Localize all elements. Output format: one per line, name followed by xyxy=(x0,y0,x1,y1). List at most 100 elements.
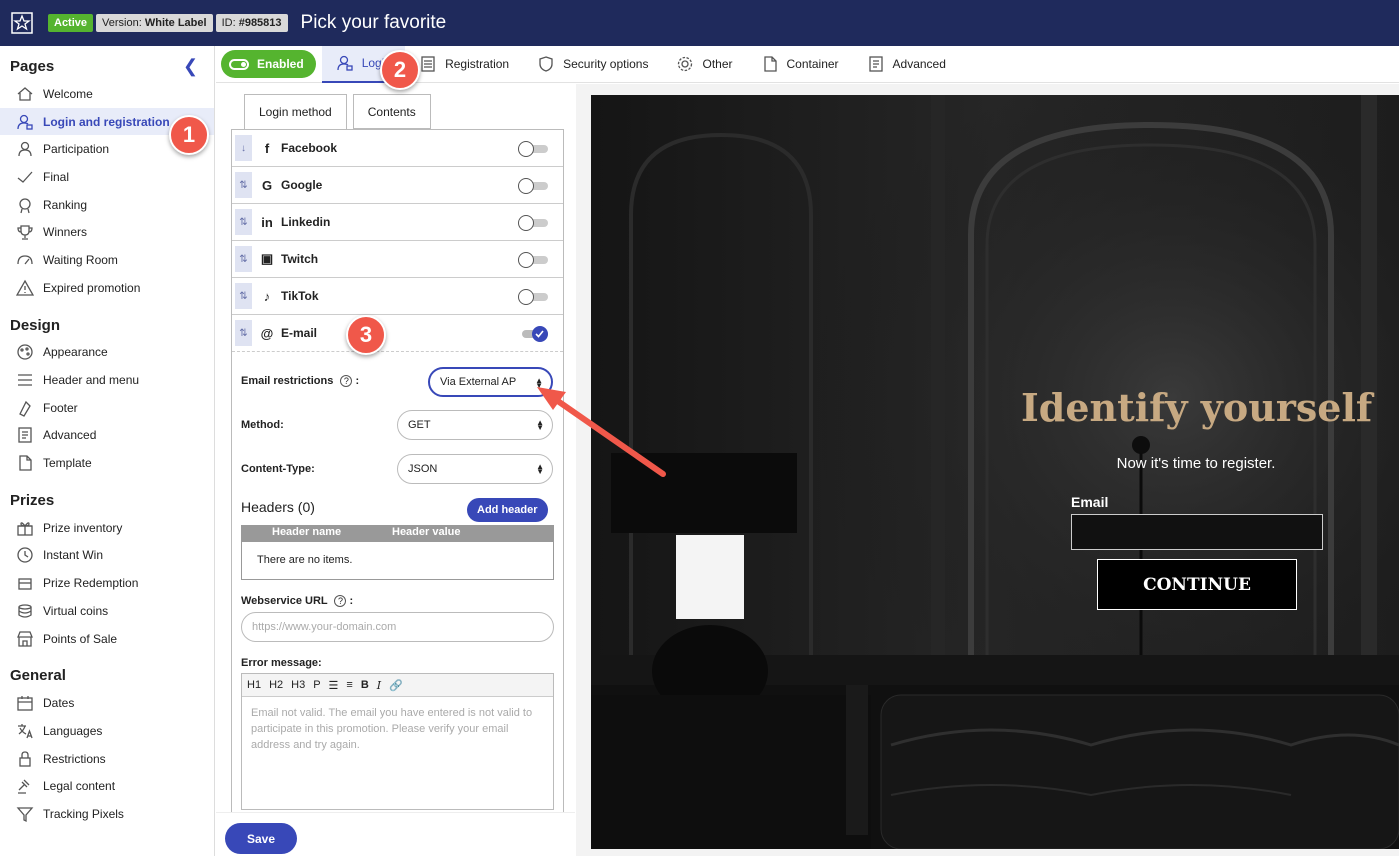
linkedin-toggle[interactable] xyxy=(518,215,548,231)
link-icon[interactable]: 🔗 xyxy=(389,679,403,692)
h1-button[interactable]: H1 xyxy=(247,679,261,691)
add-header-button[interactable]: Add header xyxy=(467,498,548,522)
sidebar-item-footer[interactable]: Footer xyxy=(0,394,214,422)
help-icon[interactable]: ? xyxy=(334,595,347,607)
preview-email-input[interactable] xyxy=(1071,514,1323,550)
subtab-contents[interactable]: Contents xyxy=(352,94,431,129)
store-icon xyxy=(16,630,34,648)
trophy-icon xyxy=(16,223,34,241)
headers-title: Headers (0) xyxy=(241,499,315,515)
sidebar-item-waiting-room[interactable]: Waiting Room xyxy=(0,246,214,274)
email-restrictions-select[interactable]: Via External AP ▲ ▼ xyxy=(428,367,553,397)
bullet-list-icon[interactable]: ☰ xyxy=(329,679,339,692)
sidebar-item-expired-promotion[interactable]: Expired promotion xyxy=(0,274,214,302)
webservice-url-input[interactable]: https://www.your-domain.com xyxy=(241,612,554,642)
sidebar-item-dates[interactable]: Dates xyxy=(0,689,214,717)
panel-footer: Save xyxy=(216,812,575,856)
filter-icon xyxy=(16,805,34,823)
sidebar-item-label: Dates xyxy=(43,696,75,711)
step-1-marker: 1 xyxy=(169,115,209,155)
sidebar-item-restrictions[interactable]: Restrictions xyxy=(0,745,214,773)
paragraph-button[interactable]: P xyxy=(313,679,320,691)
tab-advanced[interactable]: Advanced xyxy=(853,46,960,83)
sidebar-item-final[interactable]: Final xyxy=(0,163,214,191)
save-button[interactable]: Save xyxy=(225,823,297,854)
document-icon xyxy=(16,454,34,472)
sidebar-item-languages[interactable]: Languages xyxy=(0,717,214,745)
star-logo-icon[interactable] xyxy=(0,0,44,46)
sidebar-item-ranking[interactable]: Ranking xyxy=(0,191,214,219)
bold-button[interactable]: B xyxy=(361,679,369,691)
tiktok-toggle[interactable] xyxy=(518,289,548,305)
rich-text-toolbar: H1 H2 H3 P ☰ ≡ B I 🔗 xyxy=(242,674,553,697)
drag-handle-icon[interactable]: ⇅ xyxy=(235,320,252,346)
drag-handle-icon[interactable]: ⇅ xyxy=(235,283,252,309)
coins-icon xyxy=(16,602,34,620)
preview-continue-button[interactable]: CONTINUE xyxy=(1097,559,1297,610)
ranking-icon xyxy=(16,196,34,214)
tab-other[interactable]: Other xyxy=(662,46,746,83)
sidebar-item-label: Prize inventory xyxy=(43,520,123,535)
h2-button[interactable]: H2 xyxy=(269,679,283,691)
login-subtabs: Login method Contents xyxy=(244,94,437,130)
drag-handle-icon[interactable]: ⇅ xyxy=(235,209,252,235)
sidebar-item-prize-redemption[interactable]: Prize Redemption xyxy=(0,569,214,597)
login-method-e-mail: ⇅ @ E-mail xyxy=(232,315,563,352)
sidebar-item-label: Appearance xyxy=(43,345,108,360)
tab-security-options[interactable]: Security options xyxy=(523,46,662,83)
collapse-sidebar-icon[interactable]: ❮ xyxy=(183,56,198,77)
sidebar-item-appearance[interactable]: Appearance xyxy=(0,339,214,367)
sidebar-section-pages: Pages xyxy=(10,58,55,75)
facebook-toggle[interactable] xyxy=(518,141,548,157)
gear-icon xyxy=(676,55,694,73)
numbered-list-icon[interactable]: ≡ xyxy=(346,679,352,691)
sidebar-item-legal-content[interactable]: Legal content xyxy=(0,772,214,800)
sidebar-item-label: Login and registration xyxy=(43,114,170,129)
check-icon xyxy=(16,168,34,186)
sidebar-item-points-of-sale[interactable]: Points of Sale xyxy=(0,625,214,653)
sidebar-item-advanced[interactable]: Advanced xyxy=(0,422,214,450)
h3-button[interactable]: H3 xyxy=(291,679,305,691)
enabled-toggle-button[interactable]: Enabled xyxy=(221,50,316,78)
tab-container[interactable]: Container xyxy=(747,46,853,83)
sidebar-item-tracking-pixels[interactable]: Tracking Pixels xyxy=(0,800,214,828)
subtab-login-method[interactable]: Login method xyxy=(244,94,347,130)
tab-registration[interactable]: Registration xyxy=(405,46,523,83)
preview-subtitle: Now it's time to register. xyxy=(1116,455,1276,472)
google-icon: G xyxy=(261,177,273,193)
sidebar-item-header-and-menu[interactable]: Header and menu xyxy=(0,366,214,394)
drag-handle-icon[interactable]: ⇅ xyxy=(235,246,252,272)
drag-handle-icon[interactable]: ↓ xyxy=(235,135,252,161)
sidebar-item-label: Restrictions xyxy=(43,751,106,766)
tab-label: Registration xyxy=(445,57,510,71)
participation-icon xyxy=(16,140,34,158)
drag-handle-icon[interactable]: ⇅ xyxy=(235,172,252,198)
italic-button[interactable]: I xyxy=(377,679,381,692)
sidebar-item-welcome[interactable]: Welcome xyxy=(0,80,214,108)
preview-area: Identify yourself Now it's time to regis… xyxy=(576,84,1399,856)
method-select[interactable]: GET ▲ ▼ xyxy=(397,410,553,440)
step-2-marker: 2 xyxy=(380,50,420,90)
help-icon[interactable]: ? xyxy=(340,375,353,387)
redeem-icon xyxy=(16,574,34,592)
room-background-image xyxy=(591,95,1399,849)
google-toggle[interactable] xyxy=(518,178,548,194)
linkedin-icon: in xyxy=(261,214,273,230)
sidebar-item-label: Winners xyxy=(43,225,88,240)
sidebar-item-virtual-coins[interactable]: Virtual coins xyxy=(0,597,214,625)
tab-label: Security options xyxy=(563,57,649,71)
content-type-select[interactable]: JSON ▲ ▼ xyxy=(397,454,553,484)
e-mail-toggle[interactable] xyxy=(518,326,548,342)
login-method-linkedin: ⇅ in Linkedin xyxy=(232,204,563,241)
sidebar-item-prize-inventory[interactable]: Prize inventory xyxy=(0,514,214,542)
document-icon xyxy=(761,55,779,73)
sidebar: ❮ Pages Welcome Login and registration Part… xyxy=(0,46,215,856)
id-badge: ID: #985813 xyxy=(215,14,288,32)
sidebar-item-template[interactable]: Template xyxy=(0,449,214,477)
twitch-toggle[interactable] xyxy=(518,252,548,268)
sidebar-section-prizes: Prizes xyxy=(10,491,55,509)
error-message-text[interactable]: Email not valid. The email you have ente… xyxy=(242,697,553,761)
sidebar-item-winners[interactable]: Winners xyxy=(0,218,214,246)
error-message-editor[interactable]: H1 H2 H3 P ☰ ≡ B I 🔗 Email not valid. The email … xyxy=(241,673,554,810)
sidebar-item-instant-win[interactable]: Instant Win xyxy=(0,542,214,570)
